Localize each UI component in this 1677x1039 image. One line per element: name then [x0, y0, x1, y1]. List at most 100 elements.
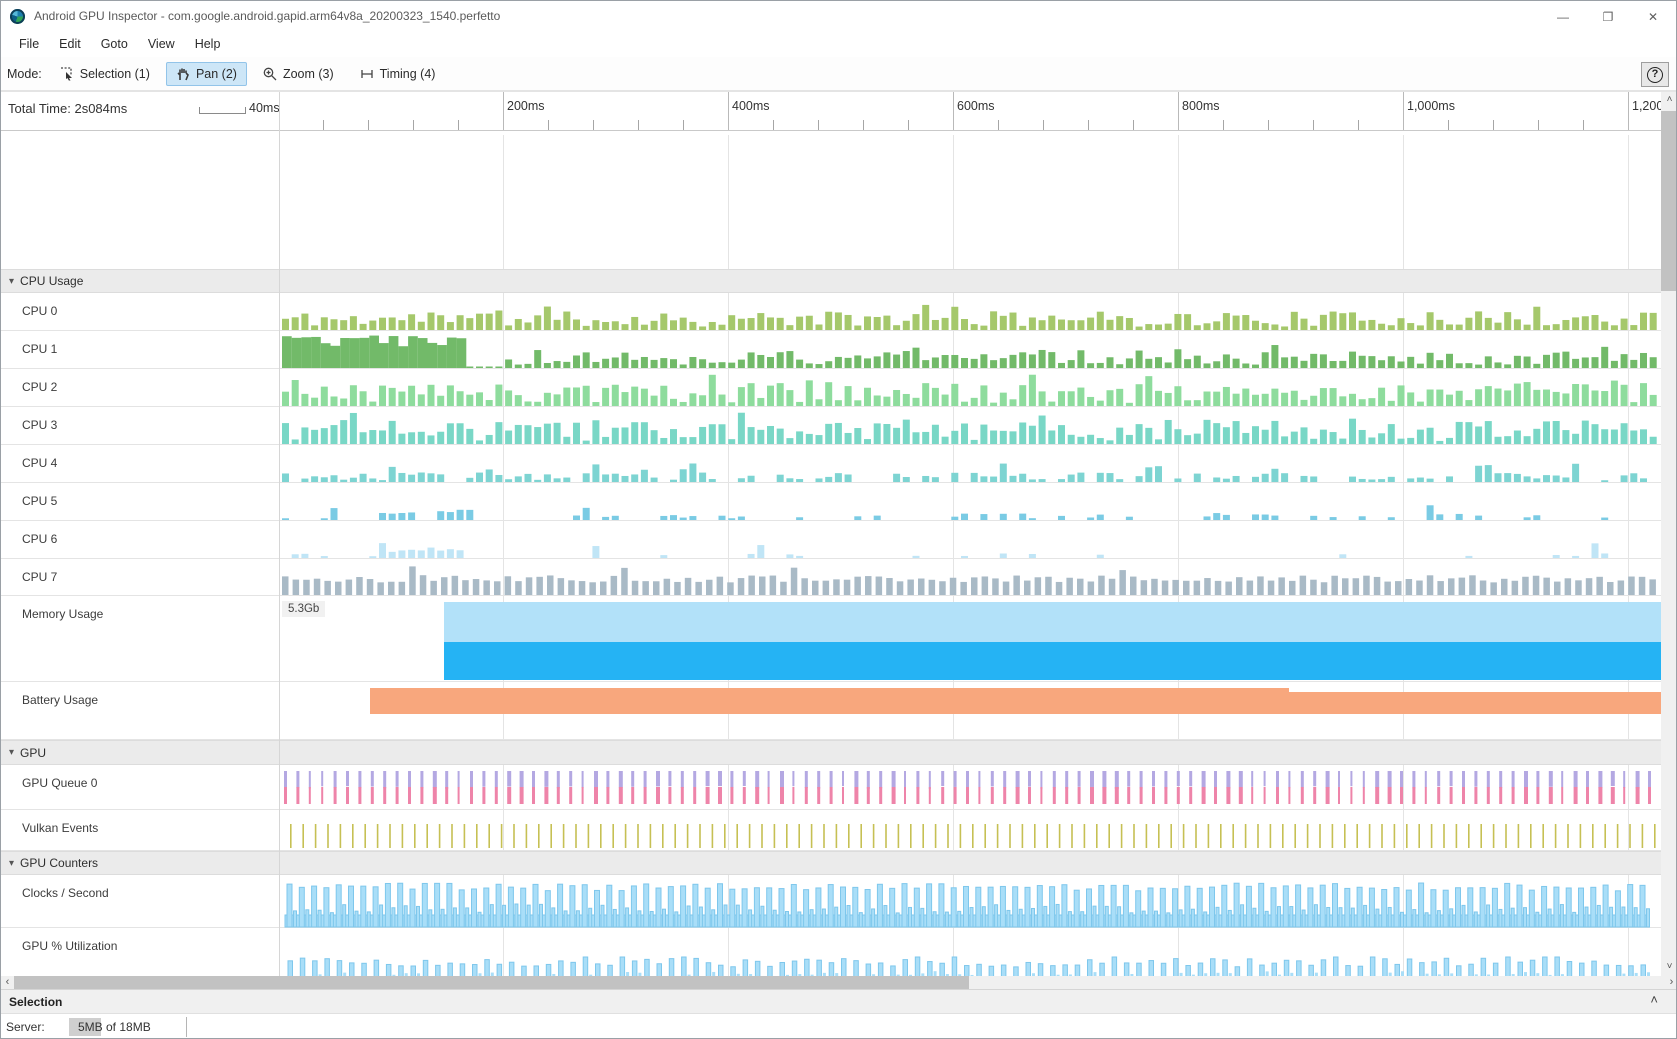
app-window: Android GPU Inspector - com.google.andro… — [0, 0, 1677, 1039]
collapse-arrow-icon[interactable]: ▾ — [9, 276, 14, 287]
tool-label: Pan (2) — [196, 67, 237, 81]
memory-value-label: 5.3Gb — [282, 601, 325, 617]
track-row-vulkan-events[interactable]: Vulkan Events — [1, 810, 1661, 851]
track-label: CPU 4 — [22, 456, 57, 470]
track-row-cpu-3[interactable]: CPU 3 — [1, 407, 1661, 445]
track-chart-battery-usage[interactable] — [279, 682, 1661, 740]
track-chart-cpu-0[interactable] — [279, 293, 1661, 331]
track-row-cpu-4[interactable]: CPU 4 — [1, 445, 1661, 483]
ruler-tick-label: 800ms — [1182, 99, 1220, 113]
track-row-memory-usage[interactable]: Memory Usage 5.3Gb — [1, 596, 1661, 682]
track-row-cpu-6[interactable]: CPU 6 — [1, 521, 1661, 559]
help-button[interactable]: ? — [1641, 62, 1669, 87]
timeline-ruler[interactable]: Total Time: 2s084ms 40ms 200ms400ms600ms… — [1, 92, 1661, 131]
track-label: Vulkan Events — [22, 821, 98, 835]
ruler-minor-tick — [638, 120, 639, 130]
status-divider — [186, 1017, 187, 1037]
track-row-clocks-second[interactable]: Clocks / Second — [1, 875, 1661, 928]
track-row-cpu-7[interactable]: CPU 7 — [1, 559, 1661, 596]
tool-zoom-3[interactable]: Zoom (3) — [253, 62, 344, 86]
chevron-up-icon[interactable]: ˄ — [1650, 992, 1658, 1007]
track-label: Memory Usage — [22, 607, 103, 621]
scroll-up-icon[interactable]: ˄ — [1661, 92, 1677, 109]
track-chart-vulkan-events[interactable] — [279, 810, 1661, 851]
section-header-gpu-counters[interactable]: ▾GPU Counters — [1, 851, 1661, 875]
track-chart-cpu-3[interactable] — [279, 407, 1661, 445]
minimize-icon[interactable]: — — [1548, 7, 1578, 27]
menu-bar: FileEditGotoViewHelp — [1, 31, 1677, 57]
track-chart-cpu-5[interactable] — [279, 483, 1661, 521]
ruler-major-tick — [728, 92, 729, 131]
window-title: Android GPU Inspector - com.google.andro… — [34, 9, 500, 23]
vertical-scrollbar[interactable]: ˄ ˅ — [1661, 92, 1677, 976]
maximize-icon[interactable]: ❐ — [1593, 7, 1623, 27]
scroll-right-icon[interactable]: › — [1665, 976, 1677, 989]
ruler-tick-label: 400ms — [732, 99, 770, 113]
status-bar: Server: 5MB of 18MB — [1, 1013, 1677, 1039]
track-chart-memory-usage[interactable] — [279, 596, 1661, 682]
track-row-battery-usage[interactable]: Battery Usage — [1, 682, 1661, 740]
ruler-major-tick — [1403, 92, 1404, 131]
section-header-gpu[interactable]: ▾GPU — [1, 740, 1661, 765]
tool-timing-4[interactable]: Timing (4) — [350, 62, 446, 86]
track-label: CPU 6 — [22, 532, 57, 546]
menu-file[interactable]: File — [9, 34, 49, 54]
ruler-minor-tick — [1583, 120, 1584, 130]
ruler-minor-tick — [863, 120, 864, 130]
label-column-divider — [279, 92, 280, 976]
ruler-minor-tick — [1223, 120, 1224, 130]
track-chart-cpu-2[interactable] — [279, 369, 1661, 407]
ruler-minor-tick — [1133, 120, 1134, 130]
ruler-major-tick — [953, 92, 954, 131]
tool-selection-1[interactable]: Selection (1) — [50, 62, 160, 86]
tool-label: Zoom (3) — [283, 67, 334, 81]
track-row-gpu-queue-0[interactable]: GPU Queue 0 — [1, 765, 1661, 810]
ruler-minor-tick — [908, 120, 909, 130]
track-label: CPU 1 — [22, 342, 57, 356]
tracks-area[interactable]: ▾ CPU Usage CPU 0 CPU 1 CPU 2 CPU 3 CPU 4 CPU 5… — [1, 135, 1661, 976]
ruler-major-tick — [503, 92, 504, 131]
horizontal-scroll-thumb[interactable] — [14, 976, 969, 989]
track-row-cpu-5[interactable]: CPU 5 — [1, 483, 1661, 521]
section-header-cpu-usage[interactable]: ▾ CPU Usage — [1, 269, 1661, 293]
track-chart-cpu-6[interactable] — [279, 521, 1661, 559]
selection-icon — [60, 67, 74, 81]
track-chart-cpu-7[interactable] — [279, 559, 1661, 596]
ruler-tick-label: 600ms — [957, 99, 995, 113]
track-row-cpu-2[interactable]: CPU 2 — [1, 369, 1661, 407]
section-label: CPU Usage — [20, 274, 83, 288]
menu-help[interactable]: Help — [185, 34, 231, 54]
menu-goto[interactable]: Goto — [91, 34, 138, 54]
track-label: CPU 0 — [22, 304, 57, 318]
track-chart-gpu-queue-0[interactable] — [279, 765, 1661, 810]
track-chart-clocks-second[interactable] — [279, 875, 1661, 928]
collapse-arrow-icon[interactable]: ▾ — [9, 858, 14, 869]
ruler-minor-tick — [1268, 120, 1269, 130]
ruler-minor-tick — [683, 120, 684, 130]
menu-edit[interactable]: Edit — [49, 34, 91, 54]
tool-pan-2[interactable]: Pan (2) — [166, 62, 247, 86]
ruler-minor-tick — [773, 120, 774, 130]
menu-view[interactable]: View — [138, 34, 185, 54]
scale-label: 40ms — [249, 101, 280, 115]
track-chart-cpu-4[interactable] — [279, 445, 1661, 483]
track-label: CPU 5 — [22, 494, 57, 508]
ruler-minor-tick — [458, 120, 459, 130]
track-row-gpu-utilization[interactable]: GPU % Utilization — [1, 928, 1661, 976]
track-chart-gpu-utilization[interactable] — [279, 928, 1661, 976]
track-chart-cpu-1[interactable] — [279, 331, 1661, 369]
track-label: CPU 3 — [22, 418, 57, 432]
selection-panel-header[interactable]: Selection ˄ — [1, 989, 1677, 1013]
close-icon[interactable]: ✕ — [1638, 7, 1668, 27]
ruler-minor-tick — [548, 120, 549, 130]
collapse-arrow-icon[interactable]: ▾ — [9, 747, 14, 758]
vertical-scroll-thumb[interactable] — [1661, 111, 1677, 291]
pan-icon — [176, 67, 190, 81]
ruler-minor-tick — [818, 120, 819, 130]
scroll-down-icon[interactable]: ˅ — [1661, 959, 1677, 976]
track-row-cpu-0[interactable]: CPU 0 — [1, 293, 1661, 331]
ruler-major-tick — [1178, 92, 1179, 131]
scroll-left-icon[interactable]: ‹ — [1, 976, 14, 989]
track-row-cpu-1[interactable]: CPU 1 — [1, 331, 1661, 369]
horizontal-scrollbar[interactable]: ‹ › — [1, 976, 1677, 989]
